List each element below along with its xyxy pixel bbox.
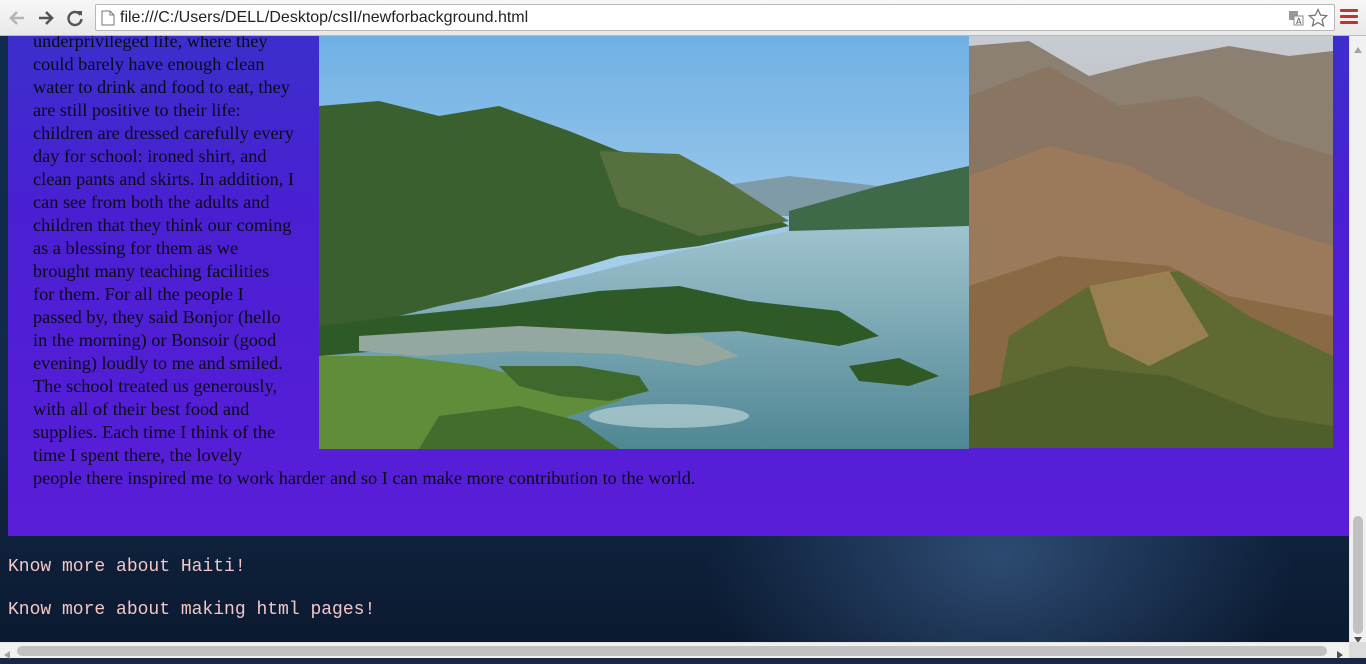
scroll-left-arrow-icon[interactable] bbox=[4, 646, 10, 664]
scroll-right-arrow-icon[interactable] bbox=[1337, 646, 1343, 664]
article-line: clean pants and skirts. In addition, I bbox=[33, 169, 294, 189]
article-line: for them. For all the people I bbox=[33, 284, 244, 304]
star-icon[interactable] bbox=[1307, 7, 1329, 33]
page-icon bbox=[101, 10, 115, 31]
browser-toolbar: file:///C:/Users/DELL/Desktop/csII/newfo… bbox=[0, 0, 1366, 36]
arrow-right-icon bbox=[37, 9, 55, 27]
svg-text:A: A bbox=[1296, 17, 1302, 26]
url-text: file:///C:/Users/DELL/Desktop/csII/newfo… bbox=[120, 9, 529, 26]
article-line: day for school: ironed shirt, and bbox=[33, 146, 267, 166]
article-line: are still positive to their life: bbox=[33, 100, 241, 120]
translate-icon[interactable]: A bbox=[1288, 10, 1304, 31]
vertical-scrollbar[interactable] bbox=[1349, 36, 1366, 643]
scroll-up-arrow-icon[interactable] bbox=[1354, 40, 1362, 58]
article-line: can see from both the adults and bbox=[33, 192, 270, 212]
article-line: brought many teaching facilities bbox=[33, 261, 270, 281]
vertical-scroll-thumb[interactable] bbox=[1353, 516, 1363, 634]
article-line: in the morning) or Bonsoir (good bbox=[33, 330, 277, 350]
article-box: underprivileged life, where they could b… bbox=[8, 36, 1349, 536]
back-button[interactable] bbox=[4, 5, 30, 31]
article-line: with all of their best food and bbox=[33, 399, 250, 419]
article-line: The school treated us generously, bbox=[33, 376, 278, 396]
article-line: underprivileged life, where they bbox=[33, 36, 268, 51]
hamburger-menu-icon[interactable] bbox=[1340, 9, 1358, 27]
link-know-more-html[interactable]: Know more about making html pages! bbox=[8, 600, 375, 620]
article-line: as a blessing for them as we bbox=[33, 238, 239, 258]
article-line: supplies. Each time I think of the bbox=[33, 422, 276, 442]
page-viewport: underprivileged life, where they could b… bbox=[0, 36, 1349, 642]
article-line: evening) loudly to me and smiled. bbox=[33, 353, 283, 373]
link-know-more-haiti[interactable]: Know more about Haiti! bbox=[8, 557, 246, 577]
forward-button[interactable] bbox=[33, 5, 59, 31]
reload-button[interactable] bbox=[62, 5, 88, 31]
article-text: underprivileged life, where they could b… bbox=[33, 36, 1333, 490]
horizontal-scroll-thumb[interactable] bbox=[17, 646, 1327, 656]
article-line: children are dressed carefully every bbox=[33, 123, 294, 143]
reload-icon bbox=[66, 9, 84, 27]
arrow-left-icon bbox=[8, 9, 26, 27]
scrollbar-corner bbox=[1349, 642, 1366, 658]
article-last-line: people there inspired me to work harder … bbox=[33, 468, 696, 488]
article-line: water to drink and food to eat, they bbox=[33, 77, 290, 97]
horizontal-scrollbar[interactable] bbox=[0, 642, 1349, 659]
address-bar[interactable]: file:///C:/Users/DELL/Desktop/csII/newfo… bbox=[95, 4, 1335, 31]
article-line: children that they think our coming bbox=[33, 215, 292, 235]
article-line: passed by, they said Bonjor (hello bbox=[33, 307, 281, 327]
article-line: could barely have enough clean bbox=[33, 54, 265, 74]
article-line: time I spent there, the lovely bbox=[33, 445, 243, 465]
